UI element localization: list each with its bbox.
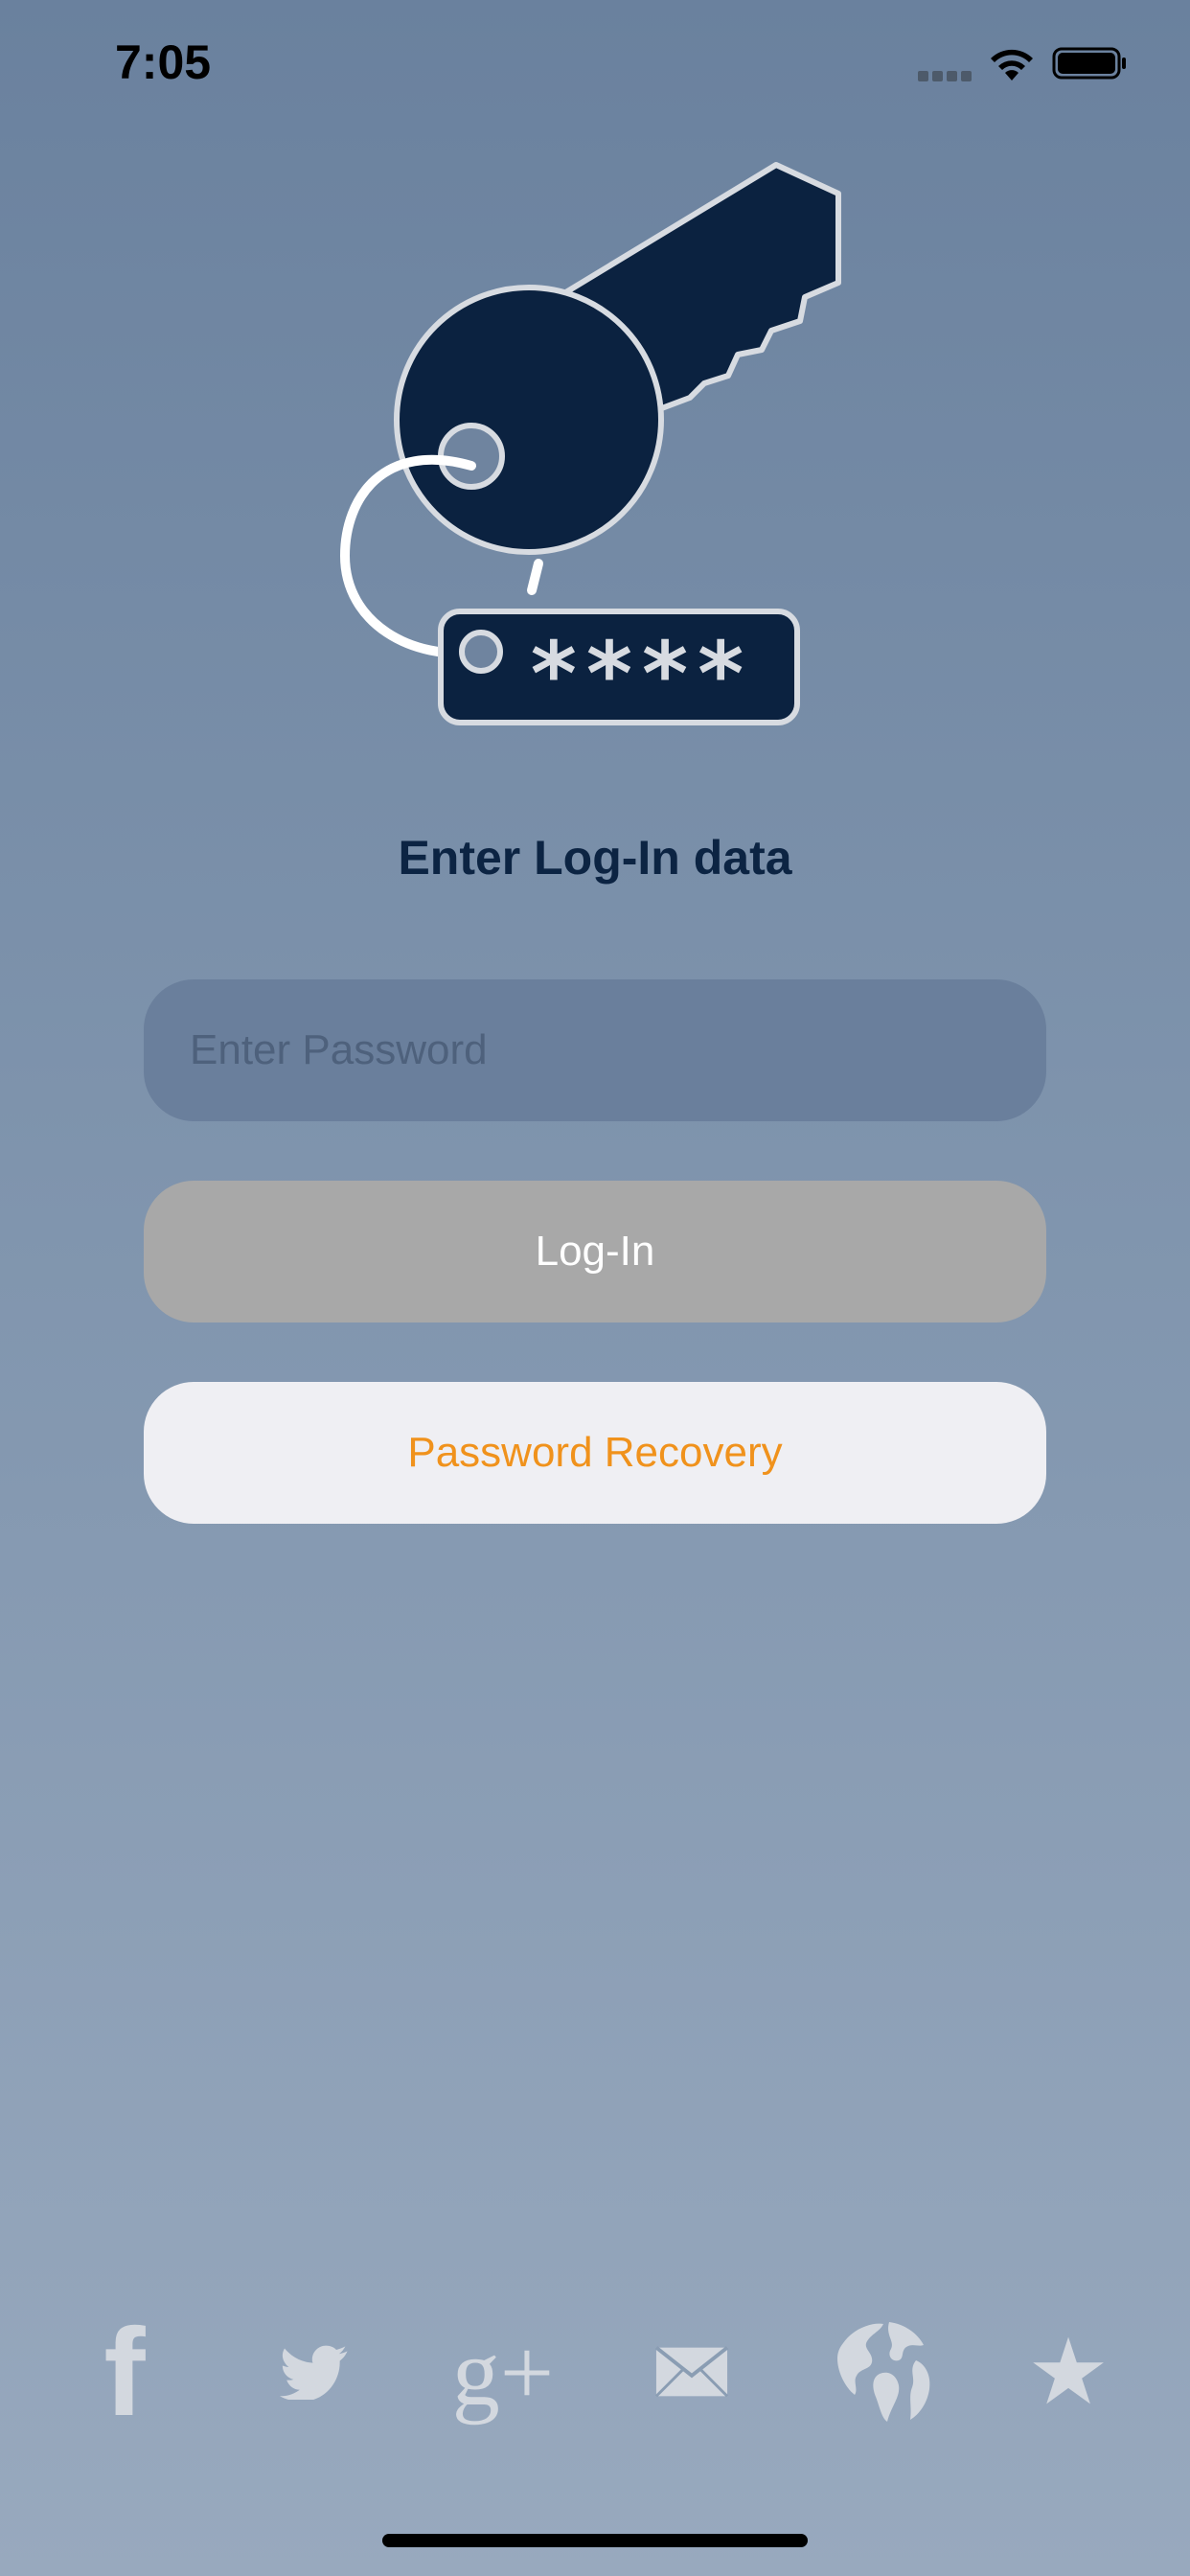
login-button[interactable]: Log-In (144, 1181, 1046, 1322)
home-indicator (382, 2534, 808, 2547)
mail-icon[interactable] (644, 2310, 740, 2434)
password-input[interactable] (144, 979, 1046, 1121)
star-icon[interactable]: ★ (1025, 2310, 1111, 2434)
page-title: Enter Log-In data (398, 831, 792, 885)
tag-asterisks: **** (531, 623, 753, 725)
login-screen: 7:05 **** Enter Log-In data Log-In Passw… (0, 0, 1190, 2576)
key-logo: **** (339, 162, 841, 725)
google-plus-icon[interactable]: g+ (450, 2310, 556, 2434)
password-recovery-button[interactable]: Password Recovery (144, 1382, 1046, 1524)
wifi-icon (991, 49, 1033, 80)
battery-icon (1052, 47, 1126, 80)
key-bow (394, 285, 664, 555)
status-time: 7:05 (115, 35, 212, 89)
facebook-icon[interactable]: f (77, 2302, 172, 2442)
twitter-icon[interactable] (266, 2310, 362, 2434)
cellular-signal-icon (918, 69, 975, 81)
tag-hole (459, 630, 503, 674)
social-bar: f g+ ★ (0, 2302, 1190, 2442)
key-hole (438, 423, 505, 490)
status-bar: 7:05 (0, 0, 1190, 134)
globe-icon[interactable] (822, 2310, 941, 2434)
